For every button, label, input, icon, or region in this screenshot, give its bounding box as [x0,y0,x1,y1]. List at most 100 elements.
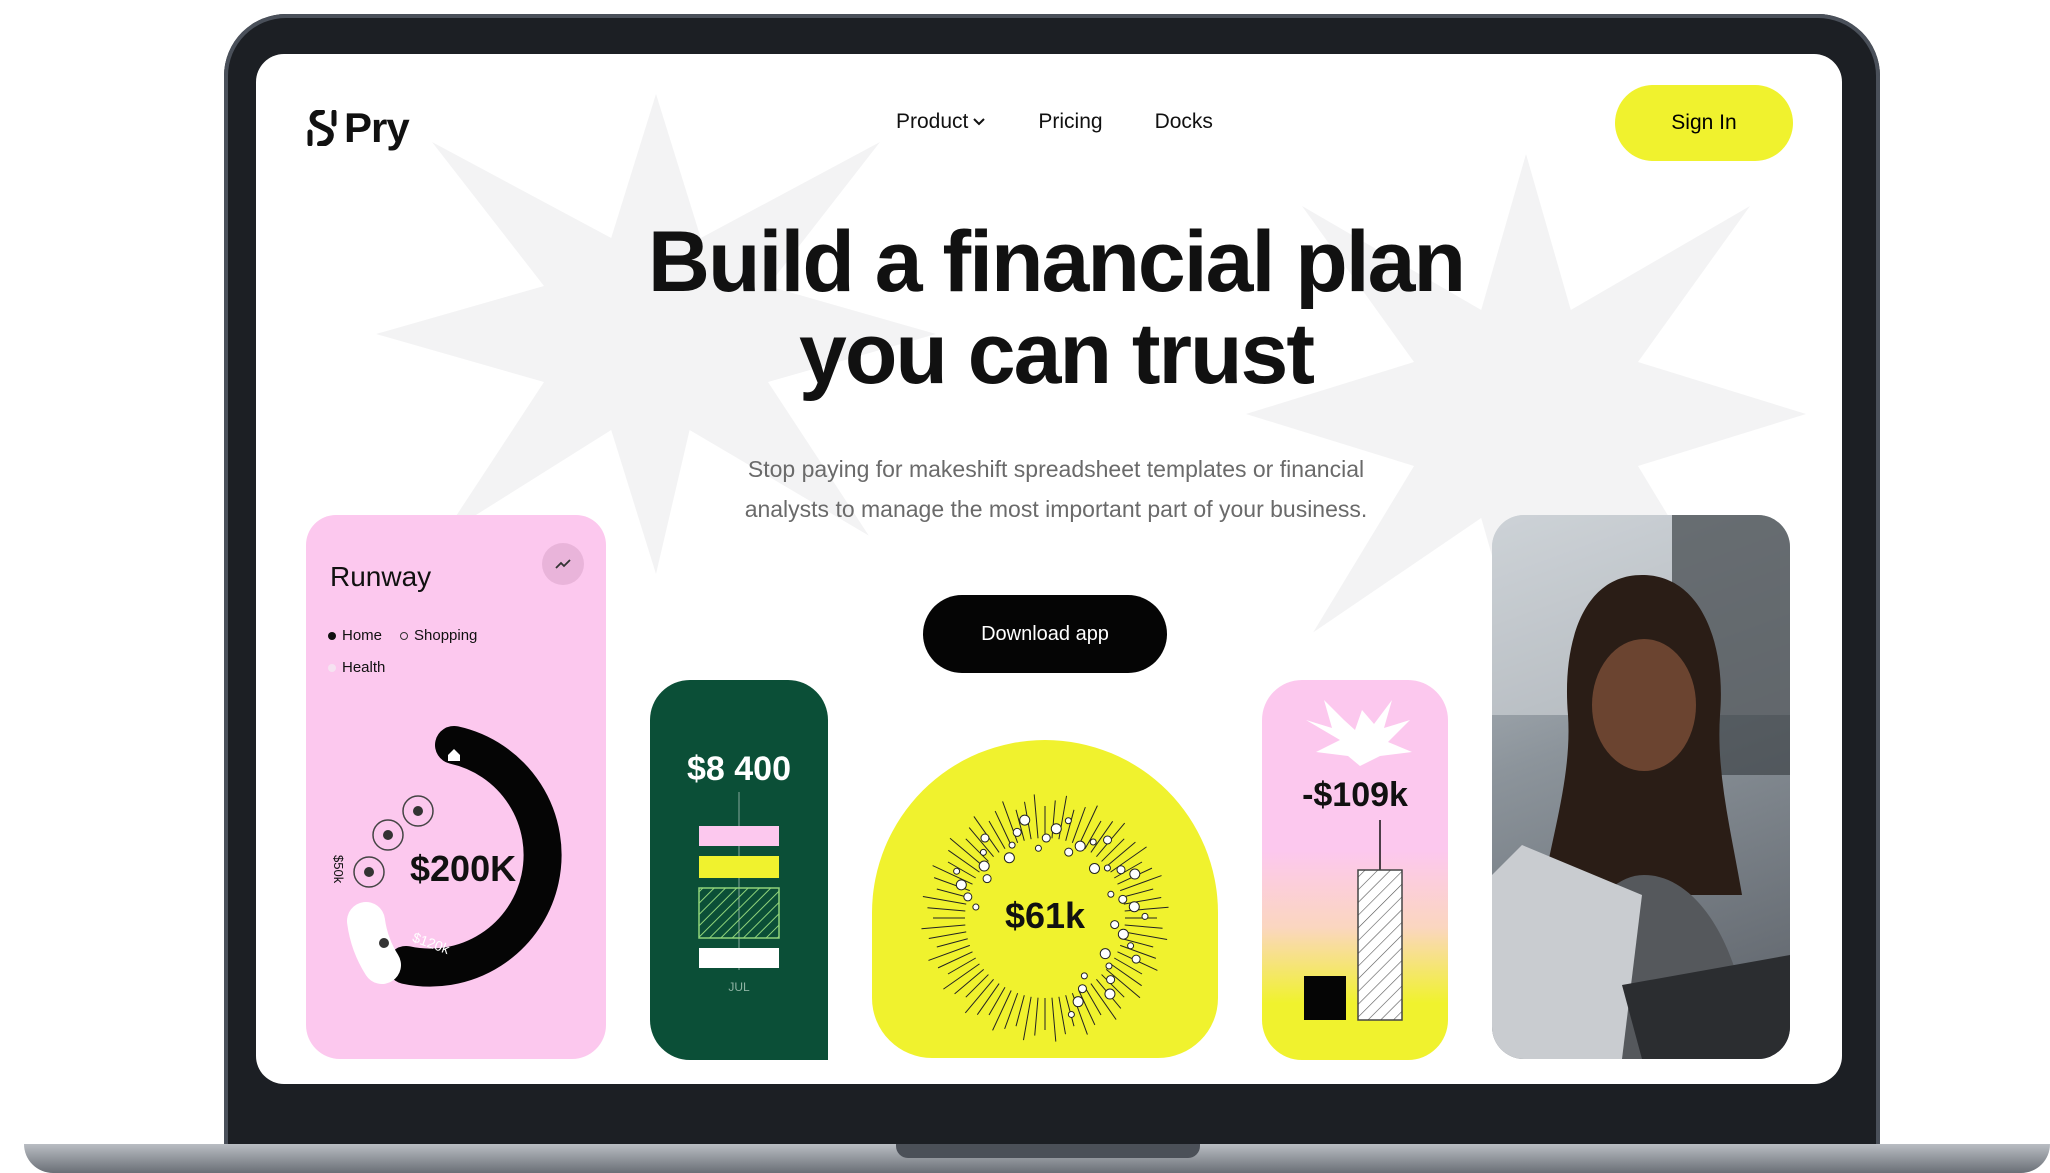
nav-item-label: Product [896,110,969,133]
burst-ray [964,978,994,1014]
legend-item-home: Home [328,627,382,644]
customer-photo [1492,515,1790,1059]
burst-bubble [1088,863,1100,875]
burst-ray [1110,963,1142,987]
hero-title-line: you can trust [799,306,1315,402]
burst-ray [932,865,973,885]
starburst-shape [1306,700,1412,766]
burst-ray [1058,996,1066,1035]
legend-dot [400,631,408,640]
burst-ray [943,963,980,990]
bar-hatched [1357,869,1403,1021]
burst-bubble [982,874,992,884]
burst-bubble [979,848,987,856]
burst-ray [976,983,1000,1015]
burst-bubble [1127,942,1135,950]
nav-item-label: Docks [1154,110,1213,133]
burst-bubble [1050,823,1062,835]
burst-bubble [1041,833,1051,843]
burst-bubble [953,867,961,875]
burst-bubble [1067,1010,1075,1018]
burst-bubble [1104,988,1116,1000]
runway-card: Runway Home Shopping Health $200K $50k $… [306,515,606,1059]
expense-bars [698,792,780,970]
runway-value: $200K [410,848,517,889]
hero-subtitle-line: analysts to manage the most important pa… [744,496,1368,522]
runway-card-title: Runway [330,561,432,592]
category-icon-glyph [413,806,423,816]
legend-label: Home [342,627,383,644]
burst-ray [1051,997,1057,1042]
loss-value: -$109k [1302,776,1408,814]
nav-item-label: Pricing [1038,110,1103,133]
burst-bubble [1103,835,1113,845]
legend-label: Health [342,659,386,676]
bar-segment-yellow [699,856,779,878]
burst-bubble [1099,948,1111,960]
burst-bubble [1116,865,1126,875]
burst-ray [947,861,976,879]
bar-black [1304,976,1346,1020]
nav-item-pricing[interactable]: Pricing [1038,110,1102,134]
nav-item-product[interactable]: Product [896,110,986,134]
nav-item-docks[interactable]: Docks [1155,110,1213,134]
burst-bubble [955,879,967,891]
expense-month: JUL [728,980,750,994]
burst-ray [1065,809,1075,841]
burst-ray [988,820,1006,849]
burst-ray [1004,993,1019,1030]
burst-bubble [1089,838,1097,846]
sign-in-button[interactable]: Sign In [1615,85,1793,161]
burst-bubble [1008,841,1016,849]
burst-ray [994,810,1012,846]
legend-item-health: Health [328,659,385,676]
brand-logo[interactable]: Pry [306,104,410,152]
burst-bubble [1072,996,1084,1008]
burst-card: $61k [872,740,1218,1058]
burst-ray [1090,983,1117,1020]
download-app-button[interactable]: Download app [923,595,1167,673]
segment-label-small: $50k [331,855,346,884]
legend-dot [328,663,336,672]
burst-bubble [1080,972,1088,980]
burst-bubble [1131,954,1141,964]
burst-bubble [1003,852,1015,864]
photo-illustration [1492,515,1790,1059]
chevron-down-icon [973,118,986,126]
burst-ray [1002,801,1019,843]
burst-ray [1120,875,1162,892]
burst-ray [936,938,968,948]
burst-ray [954,969,985,995]
burst-bubble [978,860,990,872]
bar-segment-pink [699,826,779,846]
burst-ray [947,957,976,975]
burst-ray [949,837,985,867]
loss-graphic [1304,700,1412,1021]
burst-ray [992,990,1012,1031]
burst-ray [1110,846,1147,873]
laptop-notch [896,1144,1200,1158]
burst-ray [948,849,980,873]
burst-ray [1105,841,1136,867]
burst-ray [1084,987,1102,1016]
hero-title-line: Build a financial plan [647,214,1466,310]
legend-label: Shopping [414,627,478,644]
burst-ray [937,951,973,969]
burst-ray [1022,996,1032,1041]
burst-bubble [1103,864,1111,872]
burst-ray [1033,794,1039,839]
brand-name: Pry [344,104,410,151]
burst-ray [1015,995,1025,1027]
burst-ray [1078,990,1096,1026]
burst-bubble [1064,817,1072,825]
burst-ray [928,944,970,961]
trend-button[interactable] [542,543,584,585]
burst-ray [1065,995,1075,1027]
burst-bubble [1129,868,1141,880]
hero-title: Build a financial plan you can trust [556,216,1556,400]
bar-segment-hatched [698,887,780,939]
burst-ray [965,974,989,998]
burst-bubble [1034,844,1042,852]
burst-bubble [1105,962,1113,970]
burst-ray [1071,806,1086,843]
